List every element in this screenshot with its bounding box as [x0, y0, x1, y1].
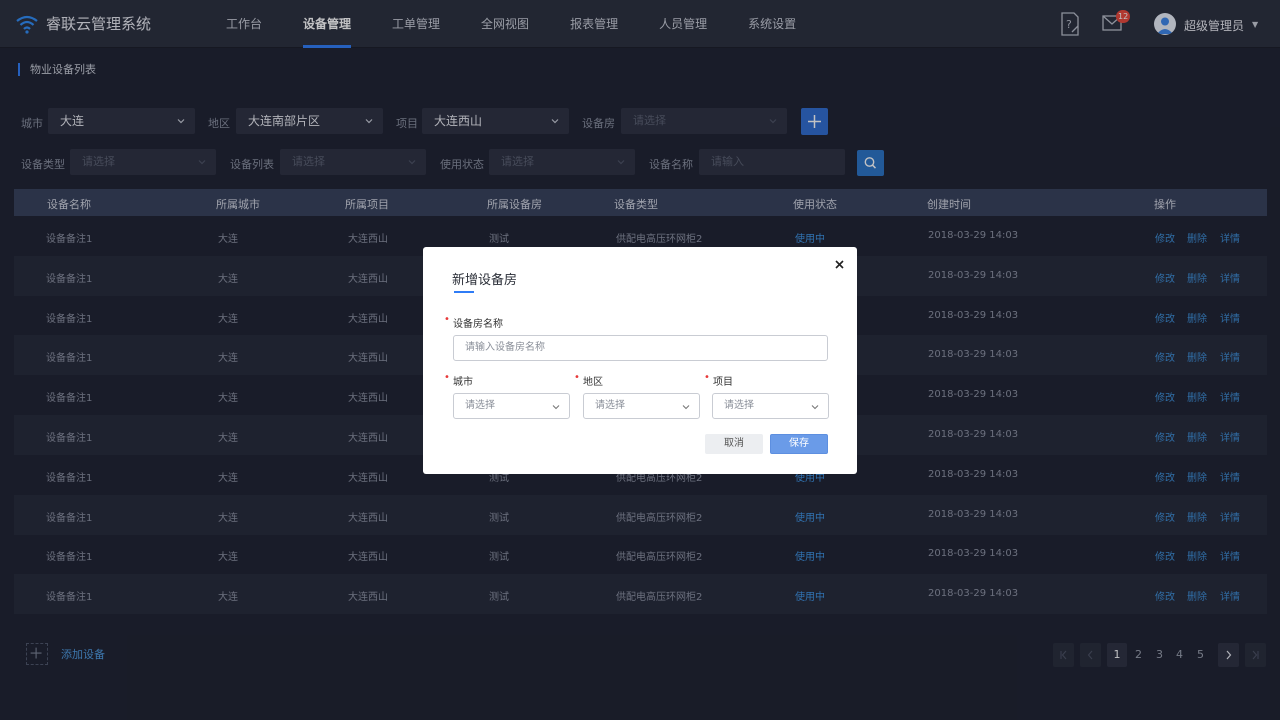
cancel-button[interactable]: 取消	[705, 434, 763, 454]
city-label: 城市	[444, 372, 473, 388]
chevron-down-icon	[811, 405, 819, 410]
close-icon[interactable]	[834, 259, 845, 270]
city-select-placeholder: 请选择	[465, 400, 495, 411]
district-label: 地区	[574, 372, 603, 388]
room-name-label: 设备房名称	[444, 314, 503, 330]
room-name-input[interactable]: 请输入设备房名称	[453, 335, 828, 361]
chevron-down-icon	[552, 405, 560, 410]
city-select[interactable]: 请选择	[453, 393, 570, 419]
project-label: 项目	[704, 372, 733, 388]
save-button[interactable]: 保存	[770, 434, 828, 454]
title-underline	[454, 291, 474, 293]
project-select-placeholder: 请选择	[724, 400, 754, 411]
dialog-title: 新增设备房	[452, 273, 518, 288]
district-select-placeholder: 请选择	[595, 400, 625, 411]
project-select[interactable]: 请选择	[712, 393, 829, 419]
chevron-down-icon	[682, 405, 690, 410]
district-select[interactable]: 请选择	[583, 393, 700, 419]
add-room-dialog: 新增设备房 设备房名称 请输入设备房名称 城市 地区 项目 请选择 请选择 请选…	[423, 247, 857, 474]
